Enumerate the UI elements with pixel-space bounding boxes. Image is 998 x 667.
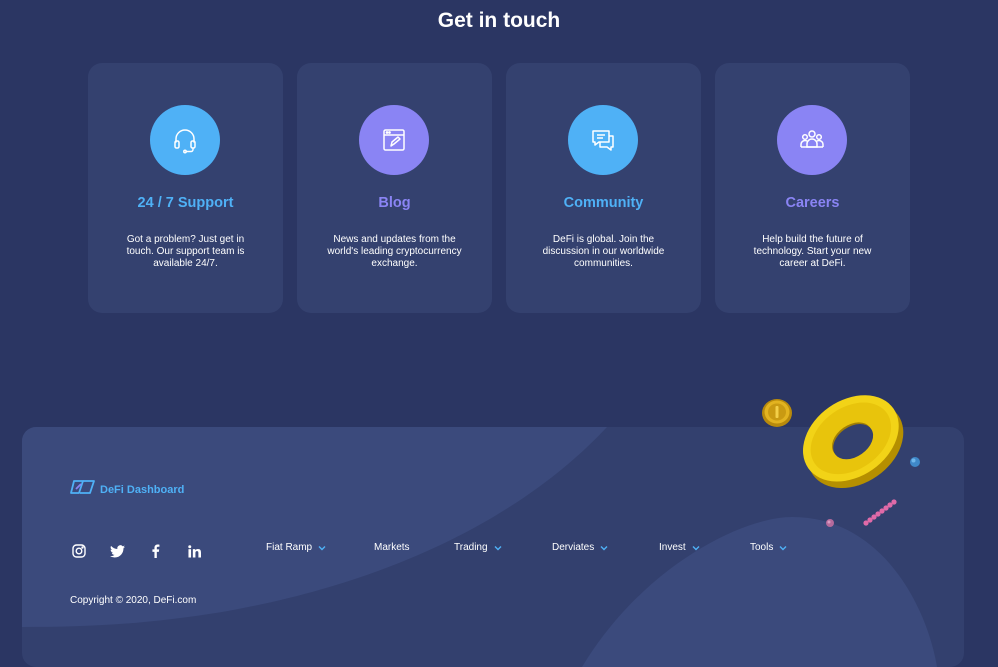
- card-description: DeFi is global. Join the discussion in o…: [542, 234, 665, 269]
- nav-trading[interactable]: Trading: [454, 542, 502, 553]
- nav-label: Fiat Ramp: [266, 542, 313, 553]
- chevron-down-icon: [494, 545, 502, 550]
- chevron-down-icon: [318, 545, 326, 550]
- card-description: Help build the future of technology. Sta…: [753, 234, 872, 269]
- community-card[interactable]: Community DeFi is global. Join the discu…: [506, 63, 701, 313]
- blog-icon: [359, 105, 429, 175]
- nav-label: Tools: [750, 542, 774, 553]
- page-title: Get in touch: [437, 9, 561, 32]
- nav-label: Trading: [454, 542, 488, 553]
- chevron-down-icon: [692, 545, 700, 550]
- nav-tools[interactable]: Tools: [750, 542, 787, 553]
- logo-text: DeFi Dashboard: [100, 483, 185, 496]
- card-title: Community: [563, 195, 644, 211]
- card-title: Blog: [378, 195, 411, 211]
- careers-card[interactable]: Careers Help build the future of technol…: [715, 63, 910, 313]
- nav-markets[interactable]: Markets: [374, 542, 410, 553]
- card-description: Got a problem? Just get in touch. Our su…: [126, 234, 245, 269]
- nav-label: Derviates: [552, 542, 595, 553]
- card-title: Careers: [785, 195, 840, 211]
- card-title: 24 / 7 Support: [137, 195, 234, 211]
- nav-derviates[interactable]: Derviates: [552, 542, 608, 553]
- small-sphere-decoration: [826, 519, 834, 527]
- people-icon: [777, 105, 847, 175]
- twitter-icon[interactable]: [109, 543, 125, 559]
- chevron-down-icon: [600, 545, 608, 550]
- headset-icon: [150, 105, 220, 175]
- blog-card[interactable]: Blog News and updates from the world's l…: [297, 63, 492, 313]
- footer-logo[interactable]: DeFi Dashboard: [70, 478, 184, 501]
- instagram-icon[interactable]: [71, 543, 87, 559]
- nav-fiat-ramp[interactable]: Fiat Ramp: [266, 542, 326, 553]
- chat-icon: [568, 105, 638, 175]
- nav-label: Invest: [659, 542, 686, 553]
- torus-decoration: [803, 395, 904, 489]
- linkedin-icon[interactable]: [186, 543, 202, 559]
- facebook-icon[interactable]: [147, 543, 163, 559]
- nav-label: Markets: [374, 542, 410, 553]
- sphere-decoration: [910, 457, 920, 467]
- nav-invest[interactable]: Invest: [659, 542, 700, 553]
- card-description: News and updates from the world's leadin…: [327, 234, 462, 269]
- logo-icon: [70, 478, 96, 501]
- copyright-text: Copyright © 2020, DeFi.com: [70, 595, 197, 606]
- support-card[interactable]: 24 / 7 Support Got a problem? Just get i…: [88, 63, 283, 313]
- coin-decoration: [762, 399, 792, 427]
- spring-decoration: [863, 499, 897, 526]
- chevron-down-icon: [779, 545, 787, 550]
